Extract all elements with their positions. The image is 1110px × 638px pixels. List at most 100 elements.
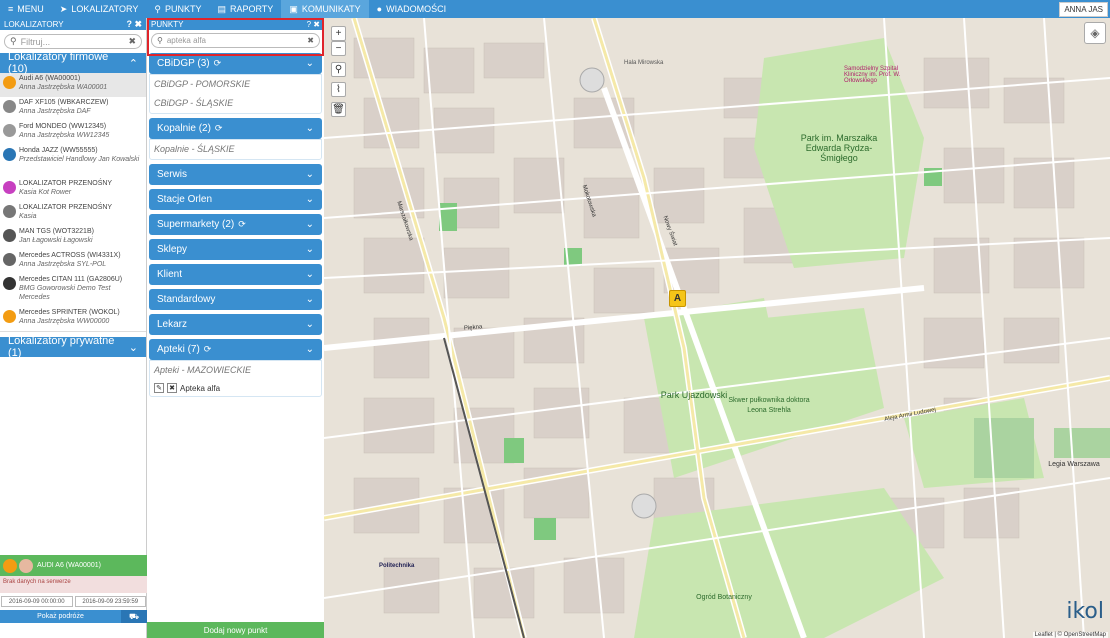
- nav-raporty[interactable]: ▤ Raporty: [209, 0, 281, 18]
- category-header[interactable]: Apteki (7) ⟳ ⌄: [149, 339, 322, 360]
- layers-icon[interactable]: ◈: [1084, 22, 1106, 44]
- private-locators-header[interactable]: Lokalizatory prywatne (1) ⌄: [0, 335, 146, 359]
- locator-owner: Anna Jastrzębska WW00000: [19, 318, 110, 325]
- category-label: Kopalnie (2): [157, 123, 211, 134]
- subcategory-item[interactable]: CBiDGP - ŚLĄSKIE: [150, 94, 321, 113]
- locator-owner: BMG Goworowski Demo Test Mercedes: [19, 285, 111, 301]
- zoom-in-button[interactable]: +: [331, 26, 346, 41]
- locator-item[interactable]: Mercedes SPRINTER (WOKOL) Anna Jastrzębsk…: [0, 307, 146, 331]
- category-header[interactable]: Serwis ⌄: [149, 164, 322, 185]
- locator-text: LOKALIZATOR PRZENOŚNY Kasia: [19, 203, 112, 221]
- locator-owner: Anna Jastrzębska WA00001: [19, 84, 108, 91]
- chevron-down-icon: ⌄: [305, 244, 314, 255]
- map-tiles: [324, 18, 1110, 638]
- category-title: CBiDGP (3) ⟳: [157, 58, 221, 69]
- edit-icon[interactable]: ✎: [154, 383, 164, 393]
- locator-filter-input[interactable]: ⚲ Filtruj... ✖: [4, 34, 142, 49]
- clear-icon[interactable]: ✖: [307, 36, 314, 45]
- locator-name: DAF XF105 (WBKARCZEW): [19, 99, 109, 106]
- nav-lokalizatory[interactable]: ➤ Lokalizatory: [52, 0, 147, 18]
- category-title: Klient: [157, 269, 182, 280]
- nav-icon: ⚲: [154, 3, 161, 14]
- locator-owner: Anna Jastrzębska SYL-POL: [19, 261, 107, 268]
- add-point-button[interactable]: Dodaj nowy punkt: [147, 622, 324, 638]
- vehicle-avatar-icon: [3, 76, 16, 89]
- vehicle-avatar-icon: [3, 229, 16, 242]
- delete-icon[interactable]: ✖: [167, 383, 177, 393]
- private-locators-label: Lokalizatory prywatne (1): [8, 335, 115, 359]
- category-header[interactable]: CBiDGP (3) ⟳ ⌄: [149, 53, 322, 74]
- locator-name: MAN TGS (WOT3221B): [19, 228, 94, 235]
- point-item[interactable]: ✎ ✖ Apteka alfa: [150, 380, 321, 396]
- nav-punkty[interactable]: ⚲ Punkty: [146, 0, 209, 18]
- selected-locator-bar[interactable]: AUDI A6 (WA00001): [0, 555, 147, 576]
- locator-item[interactable]: MAN TGS (WOT3221B) Jan Łagowski Łagowski: [0, 226, 146, 250]
- refresh-icon[interactable]: ⟳: [204, 344, 212, 354]
- locator-list: Audi A6 (WA00001) Anna Jastrzębska WA0000…: [0, 73, 146, 332]
- refresh-icon[interactable]: ⟳: [215, 123, 223, 133]
- locator-item[interactable]: Audi A6 (WA00001) Anna Jastrzębska WA0000…: [0, 73, 146, 97]
- vehicle-avatar-icon: [3, 100, 16, 113]
- zoom-search-icon[interactable]: ⚲: [331, 62, 346, 77]
- category-header[interactable]: Kopalnie (2) ⟳ ⌄: [149, 118, 322, 139]
- point-name: Apteka alfa: [180, 383, 221, 393]
- refresh-icon[interactable]: ⟳: [214, 58, 222, 68]
- locator-name: Mercedes ACTROSS (WI4331X): [19, 252, 121, 259]
- refresh-icon[interactable]: ⟳: [238, 219, 246, 229]
- subcategory-item[interactable]: Apteki - MAZOWIECKIE: [150, 361, 321, 380]
- category-header[interactable]: Supermarkety (2) ⟳ ⌄: [149, 214, 322, 235]
- locator-item[interactable]: DAF XF105 (WBKARCZEW) Anna Jastrzębska DA…: [0, 97, 146, 121]
- show-trips-button[interactable]: Pokaż podróże: [0, 610, 121, 623]
- car-icon[interactable]: ⛟: [121, 610, 147, 623]
- nav-label: Raporty: [229, 4, 274, 14]
- category-label: Standardowy: [157, 294, 216, 305]
- nav-komunikaty[interactable]: ▣ Komunikaty: [281, 0, 369, 18]
- nav-wiadomoci[interactable]: ● Wiadomości: [369, 0, 454, 18]
- subcategory-item[interactable]: CBiDGP - POMORSKIE: [150, 75, 321, 94]
- locator-owner: Kasia Kot Rower: [19, 189, 72, 196]
- clear-icon[interactable]: ✖: [128, 36, 136, 47]
- points-search-input[interactable]: ⚲ apteka alfa ✖: [151, 33, 320, 48]
- locator-text: Ford MONDEO (WW12345) Anna Jastrzębska WW…: [19, 122, 109, 140]
- points-panel: PUNKTY ? ✖ ⚲ apteka alfa ✖ CBiDGP (3) ⟳ ⌄ C…: [147, 18, 324, 638]
- locators-panel-controls[interactable]: ? ✖: [126, 19, 142, 30]
- category-header[interactable]: Stacje Orlen ⌄: [149, 189, 322, 210]
- locator-name: Mercedes SPRINTER (WOKOL): [19, 309, 120, 316]
- ruler-icon[interactable]: ⌇: [331, 82, 346, 97]
- category-header[interactable]: Lekarz ⌄: [149, 314, 322, 335]
- locator-item[interactable]: LOKALIZATOR PRZENOŚNY Kasia: [0, 202, 146, 226]
- chevron-down-icon: ⌄: [305, 194, 314, 205]
- locator-item[interactable]: Ford MONDEO (WW12345) Anna Jastrzębska WW…: [0, 121, 146, 145]
- locator-item[interactable]: LOKALIZATOR PRZENOŚNY Kasia Kot Rower: [0, 178, 146, 202]
- points-panel-controls[interactable]: ? ✖: [307, 20, 320, 29]
- locator-item[interactable]: Mercedes ACTROSS (WI4331X) Anna Jastrzębs…: [0, 250, 146, 274]
- locators-panel-header: LOKALIZATORY ? ✖: [0, 18, 146, 30]
- category-label: Sklepy: [157, 244, 188, 255]
- locator-name: Mercedes CITAN 111 (GA2806U): [19, 276, 123, 283]
- ikol-logo: ikol: [1066, 599, 1104, 624]
- car-avatar-icon: [3, 558, 17, 573]
- chevron-down-icon: ⌄: [305, 123, 314, 134]
- chevron-up-icon: ⌃: [128, 57, 138, 70]
- category-header[interactable]: Klient ⌄: [149, 264, 322, 285]
- pharmacy-marker[interactable]: A: [669, 290, 686, 307]
- nav-menu[interactable]: ≡ Menu: [0, 0, 52, 18]
- date-from-input[interactable]: 2016-09-09 00:00:00: [1, 596, 73, 607]
- category-title: Lekarz: [157, 319, 187, 330]
- category-header[interactable]: Sklepy ⌄: [149, 239, 322, 260]
- company-locators-header[interactable]: Lokalizatory firmowe (10) ⌃: [0, 51, 146, 75]
- user-menu[interactable]: ANNA JAS: [1059, 1, 1108, 17]
- map-attribution[interactable]: Leaflet | © OpenStreetMap: [1032, 632, 1108, 638]
- category-header[interactable]: Standardowy ⌄: [149, 289, 322, 310]
- filter-placeholder: Filtruj...: [20, 36, 51, 47]
- locator-item[interactable]: Mercedes CITAN 111 (GA2806U) BMG Goworows…: [0, 274, 146, 307]
- locator-item[interactable]: Honda JAZZ (WW55555) Przedstawiciel Handl…: [0, 145, 146, 178]
- politechnika-label: Politechnika: [379, 563, 415, 569]
- date-to-input[interactable]: 2016-09-09 23:59:59: [74, 596, 146, 607]
- locators-panel-title: LOKALIZATORY: [4, 19, 64, 29]
- map-view[interactable]: + − ⚲ ⌇ 🗑 ◈ Park im. Marszałka Edwarda R…: [324, 18, 1110, 638]
- trash-icon[interactable]: 🗑: [331, 102, 346, 117]
- subcategory-item[interactable]: Kopalnie - ŚLĄSKIE: [150, 140, 321, 159]
- zoom-out-button[interactable]: −: [331, 41, 346, 56]
- locator-owner: Kasia: [19, 213, 37, 220]
